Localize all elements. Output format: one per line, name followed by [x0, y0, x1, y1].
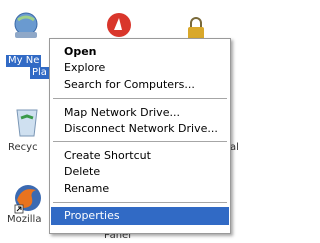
- menu-item-create-shortcut[interactable]: Create Shortcut: [51, 148, 229, 164]
- menu-item-rename[interactable]: Rename: [51, 181, 229, 197]
- application-icon[interactable]: [104, 10, 134, 40]
- desktop-icon-label[interactable]: Pla: [30, 67, 49, 79]
- menu-item-open[interactable]: Open: [51, 44, 229, 60]
- menu-separator: [53, 98, 227, 99]
- desktop-icon-label[interactable]: My Ne: [6, 55, 42, 67]
- menu-separator: [53, 141, 227, 142]
- menu-item-explore[interactable]: Explore: [51, 60, 229, 76]
- recycle-bin-icon[interactable]: [12, 104, 42, 138]
- menu-item-map-network-drive[interactable]: Map Network Drive...: [51, 105, 229, 121]
- desktop: My Ne Pla Recyc al Mozilla Panel Open Ex…: [0, 0, 247, 243]
- menu-separator: [53, 202, 227, 203]
- desktop-icon-label[interactable]: al: [230, 142, 239, 154]
- desktop-icon-label[interactable]: Mozilla: [7, 214, 41, 226]
- mozilla-firefox-icon[interactable]: [12, 182, 44, 214]
- desktop-icon-label[interactable]: Recyc: [8, 142, 38, 154]
- menu-item-search-for-computers[interactable]: Search for Computers...: [51, 77, 229, 93]
- menu-item-properties[interactable]: Properties: [51, 207, 229, 225]
- menu-item-disconnect-network-drive[interactable]: Disconnect Network Drive...: [51, 121, 229, 137]
- menu-item-delete[interactable]: Delete: [51, 164, 229, 180]
- context-menu: Open Explore Search for Computers... Map…: [49, 38, 231, 234]
- my-network-places-icon[interactable]: [10, 10, 42, 42]
